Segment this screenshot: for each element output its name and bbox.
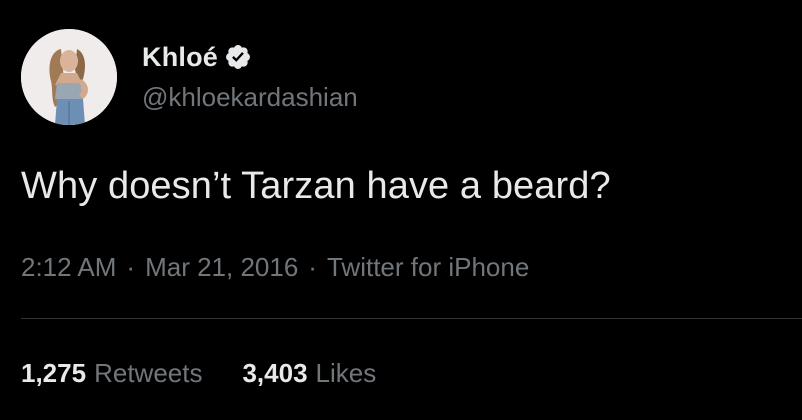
display-name-row[interactable]: Khloé [142,40,252,74]
divider [21,318,802,319]
tweet-source[interactable]: Twitter for iPhone [327,252,529,283]
retweets-count: 1,275 [21,358,87,388]
likes-stat[interactable]: 3,403 Likes [242,358,376,389]
tweet-card: Khloé @khloekardashian Why doesn’t Tarza… [0,0,802,420]
tweet-metadata: 2:12 AM · Mar 21, 2016 · Twitter for iPh… [21,252,529,283]
tweet-text: Why doesn’t Tarzan have a beard? [21,165,611,207]
display-name[interactable]: Khloé [142,42,218,73]
profile-photo [21,29,117,125]
tweet-time[interactable]: 2:12 AM [21,252,116,283]
likes-label: Likes [315,358,377,388]
separator-dot: · [126,252,136,282]
verified-badge-icon [224,43,252,71]
likes-count: 3,403 [242,358,308,388]
retweets-stat[interactable]: 1,275 Retweets [21,358,202,389]
separator-dot: · [308,252,317,282]
user-handle[interactable]: @khloekardashian [142,82,358,113]
engagement-stats: 1,275 Retweets 3,403 Likes [21,358,376,389]
tweet-date[interactable]: Mar 21, 2016 [145,252,298,283]
avatar[interactable] [21,29,117,125]
retweets-label: Retweets [94,358,203,388]
